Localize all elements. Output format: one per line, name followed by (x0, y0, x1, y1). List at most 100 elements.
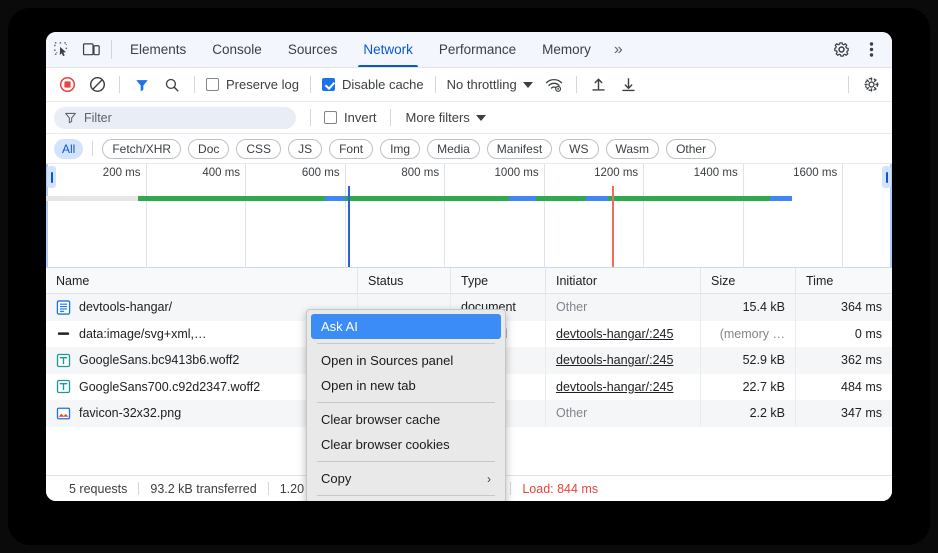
network-overview-timeline[interactable]: 200 ms400 ms600 ms800 ms1000 ms1200 ms14… (46, 164, 892, 268)
cell-size: 15.4 kB (701, 294, 796, 321)
column-header-time[interactable]: Time (796, 268, 892, 294)
chip-label: Doc (198, 142, 219, 156)
tab-label: Network (363, 42, 413, 57)
download-arrow-icon[interactable] (614, 72, 644, 98)
overview-tick-label: 600 ms (302, 167, 345, 179)
search-icon[interactable] (157, 72, 187, 98)
overview-band-segment (46, 196, 138, 201)
chip-all[interactable]: All (54, 139, 83, 159)
chip-js[interactable]: JS (288, 139, 322, 159)
more-tabs-icon[interactable]: » (604, 32, 633, 67)
chip-wasm[interactable]: Wasm (606, 139, 660, 159)
document-icon (56, 300, 71, 315)
chip-label: CSS (246, 142, 271, 156)
resource-type-filters: All Fetch/XHR Doc CSS JS Font Img Media … (46, 134, 892, 164)
tab-sources[interactable]: Sources (275, 32, 351, 67)
checkbox-box[interactable] (324, 111, 337, 124)
chip-other[interactable]: Other (666, 139, 716, 159)
chip-label: Other (676, 142, 706, 156)
toolbar-divider (390, 109, 391, 126)
column-header-initiator[interactable]: Initiator (546, 268, 701, 294)
context-menu-item-clear-browser-cache[interactable]: Clear browser cache (307, 407, 505, 432)
preserve-log-checkbox[interactable]: Preserve log (202, 77, 303, 92)
chip-css[interactable]: CSS (236, 139, 281, 159)
toolbar-divider (310, 76, 311, 93)
chip-media[interactable]: Media (427, 139, 480, 159)
chip-img[interactable]: Img (380, 139, 420, 159)
row-initiator-link[interactable]: devtools-hangar/:245 (556, 327, 673, 341)
inspect-element-icon[interactable] (46, 32, 76, 67)
row-time: 0 ms (855, 327, 882, 341)
context-menu-item-copy[interactable]: Copy › (307, 466, 505, 491)
chevron-down-icon (476, 115, 486, 121)
tab-network[interactable]: Network (350, 32, 426, 67)
record-stop-icon[interactable] (52, 72, 82, 98)
context-menu-item-ask-ai[interactable]: Ask AI (311, 314, 501, 339)
chip-label: WS (569, 142, 588, 156)
toolbar-divider (576, 76, 577, 93)
cell-size: 52.9 kB (701, 347, 796, 374)
device-toolbar-icon[interactable] (76, 32, 106, 67)
column-label: Initiator (556, 274, 597, 288)
overview-marker-load (612, 186, 614, 267)
invert-checkbox[interactable]: Invert (320, 110, 381, 125)
checkbox-box[interactable] (206, 78, 219, 91)
overview-marker-domcontentloaded (348, 186, 350, 267)
tab-label: Memory (542, 42, 591, 57)
column-header-name[interactable]: Name (46, 268, 358, 294)
preserve-log-label: Preserve log (226, 77, 299, 92)
chip-doc[interactable]: Doc (188, 139, 229, 159)
chip-font[interactable]: Font (329, 139, 373, 159)
throttling-value: No throttling (447, 77, 517, 92)
chip-divider (92, 141, 93, 156)
overview-band-segment (509, 196, 536, 201)
cell-initiator[interactable]: devtools-hangar/:245 (546, 374, 701, 401)
tab-console[interactable]: Console (199, 32, 275, 67)
chip-label: Wasm (616, 142, 650, 156)
throttling-select[interactable]: No throttling (443, 77, 533, 92)
row-time: 347 ms (841, 406, 882, 420)
column-header-size[interactable]: Size (701, 268, 796, 294)
column-label: Time (806, 274, 833, 288)
upload-arrow-icon[interactable] (584, 72, 614, 98)
context-menu-item-block-request-url[interactable]: Block request URL (307, 500, 505, 501)
image-icon (56, 406, 71, 421)
column-header-type[interactable]: Type (451, 268, 546, 294)
wifi-settings-icon[interactable] (539, 72, 569, 98)
gear-icon[interactable] (826, 40, 856, 59)
clear-network-log-icon[interactable] (82, 72, 112, 98)
chip-ws[interactable]: WS (559, 139, 598, 159)
column-header-status[interactable]: Status (358, 268, 451, 294)
chevron-down-icon (523, 82, 533, 88)
chevron-right-icon: › (487, 472, 491, 486)
disable-cache-checkbox[interactable]: Disable cache (318, 77, 428, 92)
more-filters-dropdown[interactable]: More filters (400, 110, 492, 125)
status-load: Load: 844 ms (511, 482, 609, 496)
overview-handle-right[interactable] (882, 166, 891, 188)
overview-handle-left[interactable] (47, 166, 56, 188)
data-url-icon (56, 326, 71, 341)
invert-label: Invert (344, 110, 377, 125)
row-initiator-link[interactable]: devtools-hangar/:245 (556, 380, 673, 394)
overview-band-segment (536, 196, 586, 201)
chip-manifest[interactable]: Manifest (487, 139, 552, 159)
context-menu-item-open-in-new-tab[interactable]: Open in new tab (307, 373, 505, 398)
chip-fetch-xhr[interactable]: Fetch/XHR (102, 139, 181, 159)
context-menu[interactable]: Ask AI Open in Sources panel Open in new… (306, 309, 506, 501)
column-label: Size (711, 274, 735, 288)
kebab-menu-icon[interactable] (856, 41, 886, 58)
row-initiator-link[interactable]: devtools-hangar/:245 (556, 353, 673, 367)
checkbox-box[interactable] (322, 78, 335, 91)
cell-initiator[interactable]: devtools-hangar/:245 (546, 321, 701, 348)
search-input[interactable]: Filter (54, 107, 296, 129)
table-header-row: Name Status Type Initiator Size Time (46, 268, 892, 294)
cell-initiator[interactable]: devtools-hangar/:245 (546, 347, 701, 374)
tab-performance[interactable]: Performance (426, 32, 529, 67)
context-menu-item-clear-browser-cookies[interactable]: Clear browser cookies (307, 432, 505, 457)
tab-memory[interactable]: Memory (529, 32, 604, 67)
tab-label: Sources (288, 42, 338, 57)
filter-funnel-icon[interactable] (127, 72, 157, 98)
tab-elements[interactable]: Elements (117, 32, 199, 67)
network-settings-gear-icon[interactable] (856, 72, 886, 98)
context-menu-item-open-in-sources-panel[interactable]: Open in Sources panel (307, 348, 505, 373)
